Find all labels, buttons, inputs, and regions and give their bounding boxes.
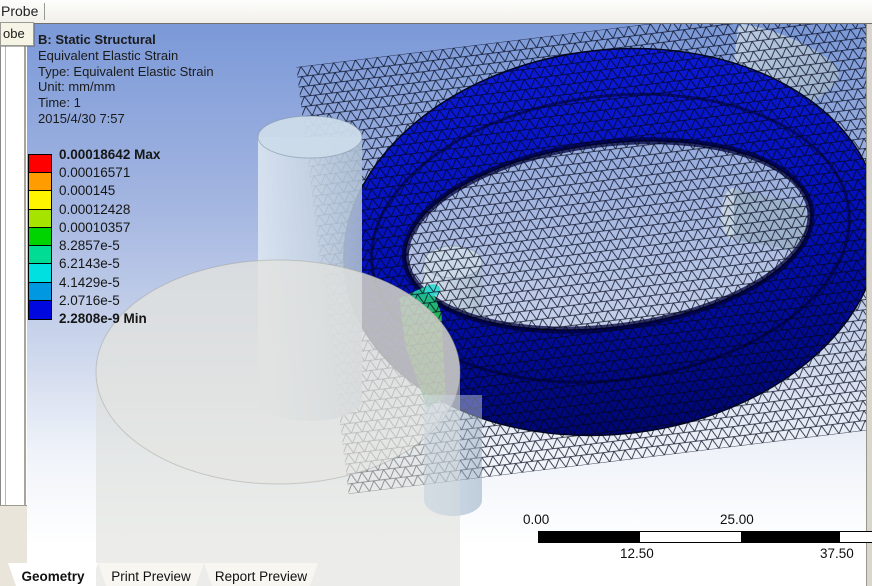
result-annotation: B: Static Structural Equivalent Elastic … bbox=[38, 32, 214, 127]
result-datetime: 2015/4/30 7:57 bbox=[38, 110, 125, 126]
legend-value: 4.1429e-5 bbox=[59, 274, 120, 290]
ruler-tick: 0.00 bbox=[523, 512, 550, 527]
ruler-tick: 25.00 bbox=[720, 512, 754, 527]
panel-border bbox=[24, 24, 26, 586]
result-unit: Unit: mm/mm bbox=[38, 79, 116, 95]
legend-value: 0.00016571 bbox=[59, 165, 131, 181]
view-tabs: Geometry Print Preview Report Preview bbox=[0, 563, 872, 586]
legend-band bbox=[29, 300, 51, 319]
result-name: Equivalent Elastic Strain bbox=[38, 47, 179, 63]
legend-value: 0.00010357 bbox=[59, 219, 131, 235]
probe-button[interactable]: Probe bbox=[0, 3, 44, 19]
ruler-segment bbox=[840, 532, 872, 542]
analysis-title: B: Static Structural bbox=[38, 32, 156, 47]
legend-band bbox=[29, 173, 51, 192]
left-panel-edge bbox=[0, 24, 27, 586]
legend-value: 2.0716e-5 bbox=[59, 292, 120, 308]
legend-value-min: 2.2808e-9 Min bbox=[59, 311, 147, 326]
pin-cylinder-lower bbox=[424, 395, 482, 516]
legend-band bbox=[29, 227, 51, 247]
tab-report-preview[interactable]: Report Preview bbox=[204, 563, 318, 586]
tab-print-preview[interactable]: Print Preview bbox=[98, 563, 204, 586]
legend-band bbox=[29, 282, 51, 301]
ruler-segment bbox=[539, 532, 640, 542]
legend-color-bar bbox=[28, 154, 52, 320]
panel-border bbox=[0, 24, 1, 586]
legend-band bbox=[29, 209, 51, 228]
ruler-tick: 37.50 bbox=[820, 546, 854, 561]
legend-band bbox=[29, 246, 51, 265]
result-type: Type: Equivalent Elastic Strain bbox=[38, 63, 214, 79]
toolbar: Probe bbox=[0, 0, 872, 24]
ruler-segment bbox=[741, 532, 841, 542]
legend-band bbox=[29, 264, 51, 283]
ruler-segment bbox=[639, 532, 742, 542]
legend-value: 6.2143e-5 bbox=[59, 256, 120, 272]
legend-value: 0.00012428 bbox=[59, 201, 131, 217]
toolbar-separator bbox=[44, 3, 45, 20]
probe-tooltip: obe bbox=[0, 22, 34, 46]
legend-value: 8.2857e-5 bbox=[59, 238, 120, 254]
panel-border bbox=[5, 24, 6, 586]
legend-value: 0.000145 bbox=[59, 183, 116, 199]
right-window-edge bbox=[866, 24, 872, 586]
legend-band bbox=[29, 155, 51, 174]
legend-band bbox=[29, 191, 51, 210]
base-cylinder-body[interactable] bbox=[95, 259, 461, 586]
result-time: Time: 1 bbox=[38, 95, 81, 111]
ruler-tick: 12.50 bbox=[620, 546, 654, 561]
legend-value-max: 0.00018642 Max bbox=[59, 147, 161, 162]
tab-geometry[interactable]: Geometry bbox=[8, 563, 98, 586]
ansys-mechanical-window: Probe obe B: Static Structural Equivalen… bbox=[0, 0, 872, 586]
scale-ruler-bar bbox=[538, 531, 872, 543]
